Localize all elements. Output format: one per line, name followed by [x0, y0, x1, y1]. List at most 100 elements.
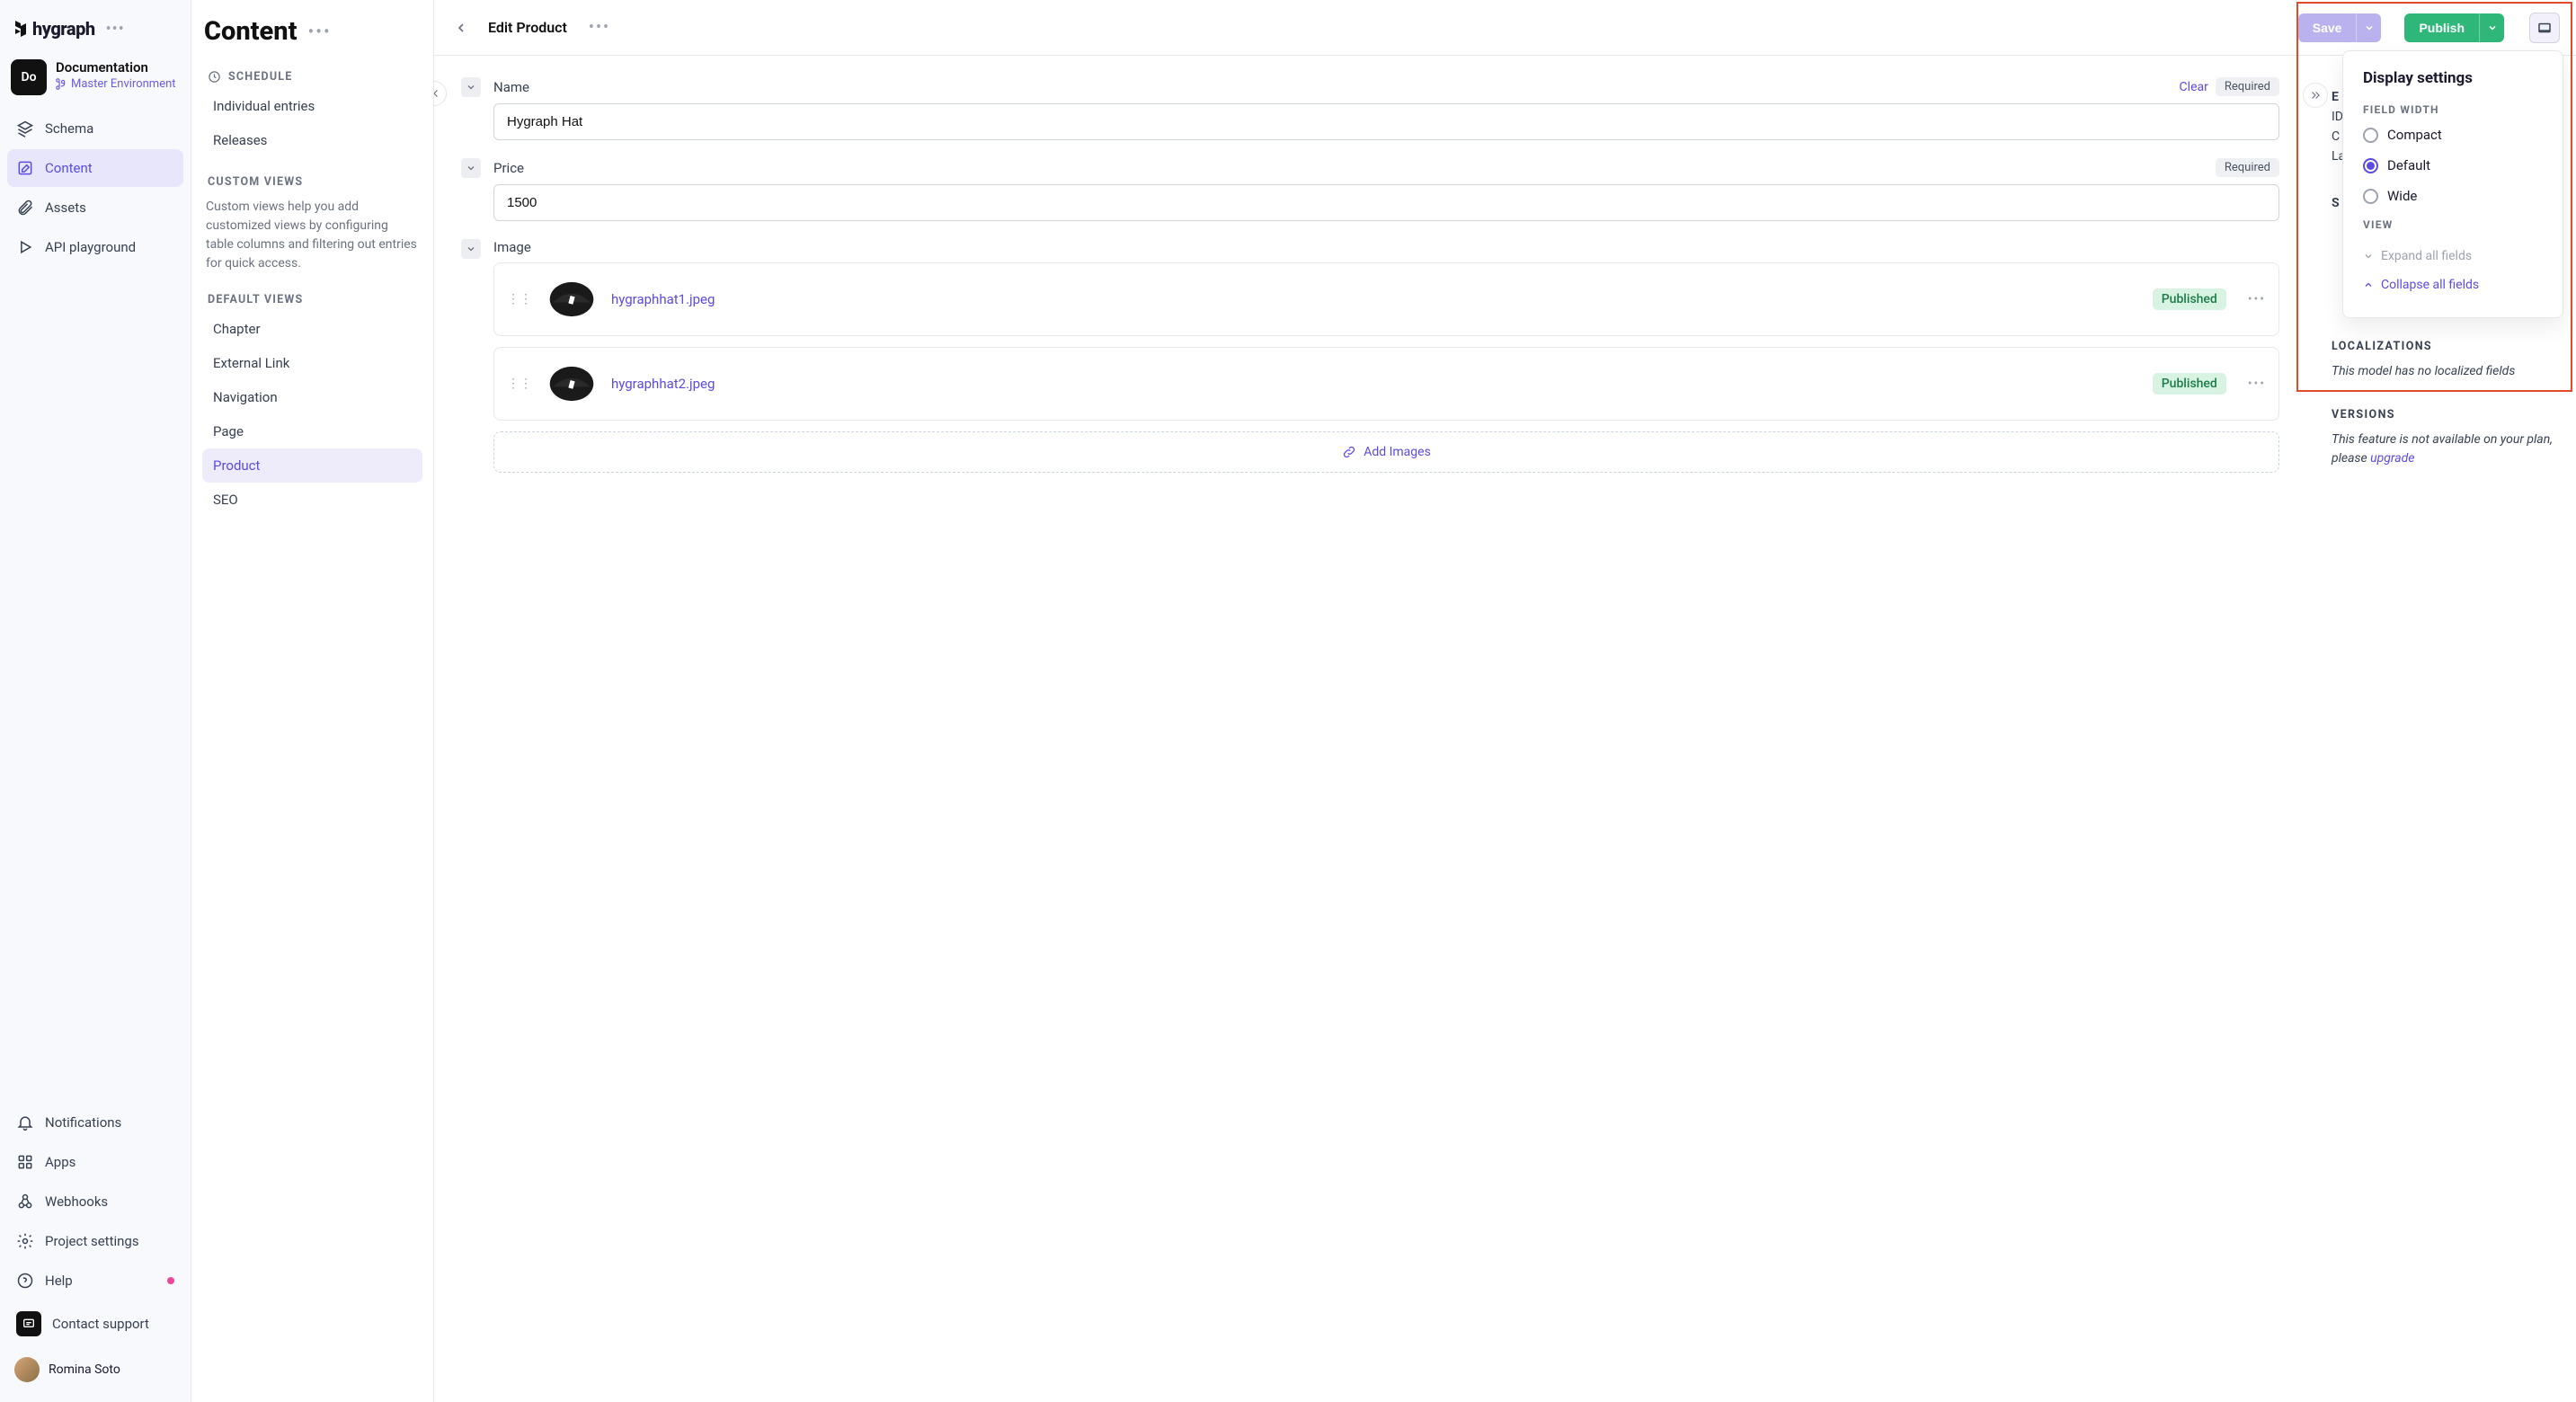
radio-default[interactable]: Default [2363, 157, 2543, 173]
field-collapse-name[interactable] [461, 77, 481, 97]
bell-icon [16, 1114, 34, 1131]
nav-contact-support[interactable]: Contact support [7, 1301, 183, 1346]
field-collapse-image[interactable] [461, 239, 481, 259]
brand-logo: hygraph [13, 18, 95, 40]
price-required-badge: Required [2216, 158, 2279, 177]
display-settings-toggle[interactable] [2529, 13, 2560, 43]
name-required-badge: Required [2216, 77, 2279, 96]
radio-icon [2363, 128, 2378, 143]
drag-handle-icon[interactable]: ⋮⋮ [507, 292, 532, 306]
user-avatar [14, 1357, 40, 1382]
publish-dropdown[interactable] [2479, 13, 2504, 42]
back-button[interactable] [450, 17, 472, 39]
help-badge-dot [167, 1277, 174, 1284]
nav-project-settings[interactable]: Project settings [7, 1222, 183, 1260]
image-item-menu[interactable]: ••• [2248, 377, 2266, 391]
sidebar-secondary: Content ••• SCHEDULE Individual entries … [191, 0, 434, 1402]
versions-header: VERSIONS [2332, 408, 2560, 421]
page-title: Edit Product [488, 19, 567, 36]
project-name: Documentation [56, 59, 176, 75]
chevron-double-left-icon [434, 87, 440, 100]
clock-icon [208, 70, 221, 84]
save-dropdown[interactable] [2356, 13, 2381, 42]
view-chapter[interactable]: Chapter [202, 312, 422, 346]
layers-icon [16, 120, 34, 138]
image-thumbnail [545, 272, 599, 326]
webhook-icon [16, 1193, 34, 1211]
publish-button[interactable]: Publish [2404, 13, 2479, 42]
view-product[interactable]: Product [202, 448, 422, 483]
paperclip-icon [16, 199, 34, 217]
nav-apps[interactable]: Apps [7, 1143, 183, 1181]
nav-webhooks[interactable]: Webhooks [7, 1183, 183, 1220]
gear-icon [16, 1232, 34, 1250]
view-page[interactable]: Page [202, 414, 422, 448]
versions-text: This feature is not available on your pl… [2332, 430, 2560, 468]
status-badge: Published [2153, 373, 2226, 395]
content-title: Content [204, 16, 298, 47]
brand-menu-dots[interactable]: ••• [106, 20, 125, 39]
user-profile[interactable]: Romina Soto [7, 1348, 183, 1391]
schedule-individual-entries[interactable]: Individual entries [202, 89, 422, 123]
radio-icon [2363, 189, 2378, 204]
form-panel: Name Clear Required [434, 56, 2315, 1402]
project-env: Master Environment [56, 77, 176, 91]
image-thumbnail [545, 357, 599, 411]
radio-icon [2363, 158, 2378, 173]
price-input[interactable] [493, 184, 2279, 221]
project-avatar: Do [11, 59, 47, 95]
expand-all-fields[interactable]: Expand all fields [2363, 242, 2543, 271]
field-width-label: FIELD WIDTH [2363, 103, 2543, 116]
play-icon [16, 238, 34, 256]
save-button[interactable]: Save [2298, 13, 2357, 42]
view-navigation[interactable]: Navigation [202, 380, 422, 414]
edit-icon [16, 159, 34, 177]
image-item-menu[interactable]: ••• [2248, 292, 2266, 306]
chevron-down-icon [466, 244, 476, 254]
chevron-down-icon [466, 82, 476, 93]
localizations-text: This model has no localized fields [2332, 362, 2560, 381]
image-filename[interactable]: hygraphhat2.jpeg [611, 376, 715, 392]
link-icon [1342, 445, 1356, 459]
nav-schema[interactable]: Schema [7, 110, 183, 147]
name-input[interactable] [493, 103, 2279, 140]
upgrade-link[interactable]: upgrade [2370, 451, 2414, 466]
nav-notifications[interactable]: Notifications [7, 1104, 183, 1141]
drag-handle-icon[interactable]: ⋮⋮ [507, 377, 532, 391]
schedule-header: SCHEDULE [202, 65, 422, 89]
collapse-right-panel[interactable] [2303, 83, 2328, 108]
name-clear[interactable]: Clear [2180, 80, 2208, 94]
chevron-down-icon [466, 163, 476, 173]
nav-help[interactable]: Help [7, 1262, 183, 1300]
status-badge: Published [2153, 288, 2226, 310]
view-external-link[interactable]: External Link [202, 346, 422, 380]
collapse-all-fields[interactable]: Collapse all fields [2363, 271, 2543, 299]
topbar: Edit Product ••• Save Publish [434, 0, 2576, 56]
user-name: Romina Soto [49, 1362, 120, 1377]
image-item: ⋮⋮ hygraphhat2.jpeg Published ••• [493, 347, 2279, 421]
schedule-releases[interactable]: Releases [202, 123, 422, 157]
custom-views-header: CUSTOM VIEWS [202, 170, 422, 194]
chat-icon [16, 1311, 41, 1336]
view-label: VIEW [2363, 218, 2543, 231]
chevron-down-icon [2487, 22, 2498, 33]
image-item: ⋮⋮ hygraphhat1.jpeg Published ••• [493, 262, 2279, 336]
branch-icon [56, 78, 67, 90]
default-views-header: DEFAULT VIEWS [202, 288, 422, 312]
radio-compact[interactable]: Compact [2363, 127, 2543, 143]
add-images-button[interactable]: Add Images [493, 431, 2279, 473]
image-filename[interactable]: hygraphhat1.jpeg [611, 291, 715, 307]
grid-icon [16, 1153, 34, 1171]
project-selector[interactable]: Do Documentation Master Environment [7, 56, 183, 110]
brand: hygraph ••• [7, 11, 183, 56]
nav-api-playground[interactable]: API playground [7, 228, 183, 266]
nav-assets[interactable]: Assets [7, 189, 183, 226]
page-menu-dots[interactable]: ••• [589, 18, 610, 37]
chevron-left-icon [454, 21, 468, 35]
view-seo[interactable]: SEO [202, 483, 422, 517]
nav-content[interactable]: Content [7, 149, 183, 187]
field-collapse-price[interactable] [461, 158, 481, 178]
content-title-menu[interactable]: ••• [308, 21, 332, 42]
radio-wide[interactable]: Wide [2363, 188, 2543, 204]
localizations-header: LOCALIZATIONS [2332, 340, 2560, 353]
